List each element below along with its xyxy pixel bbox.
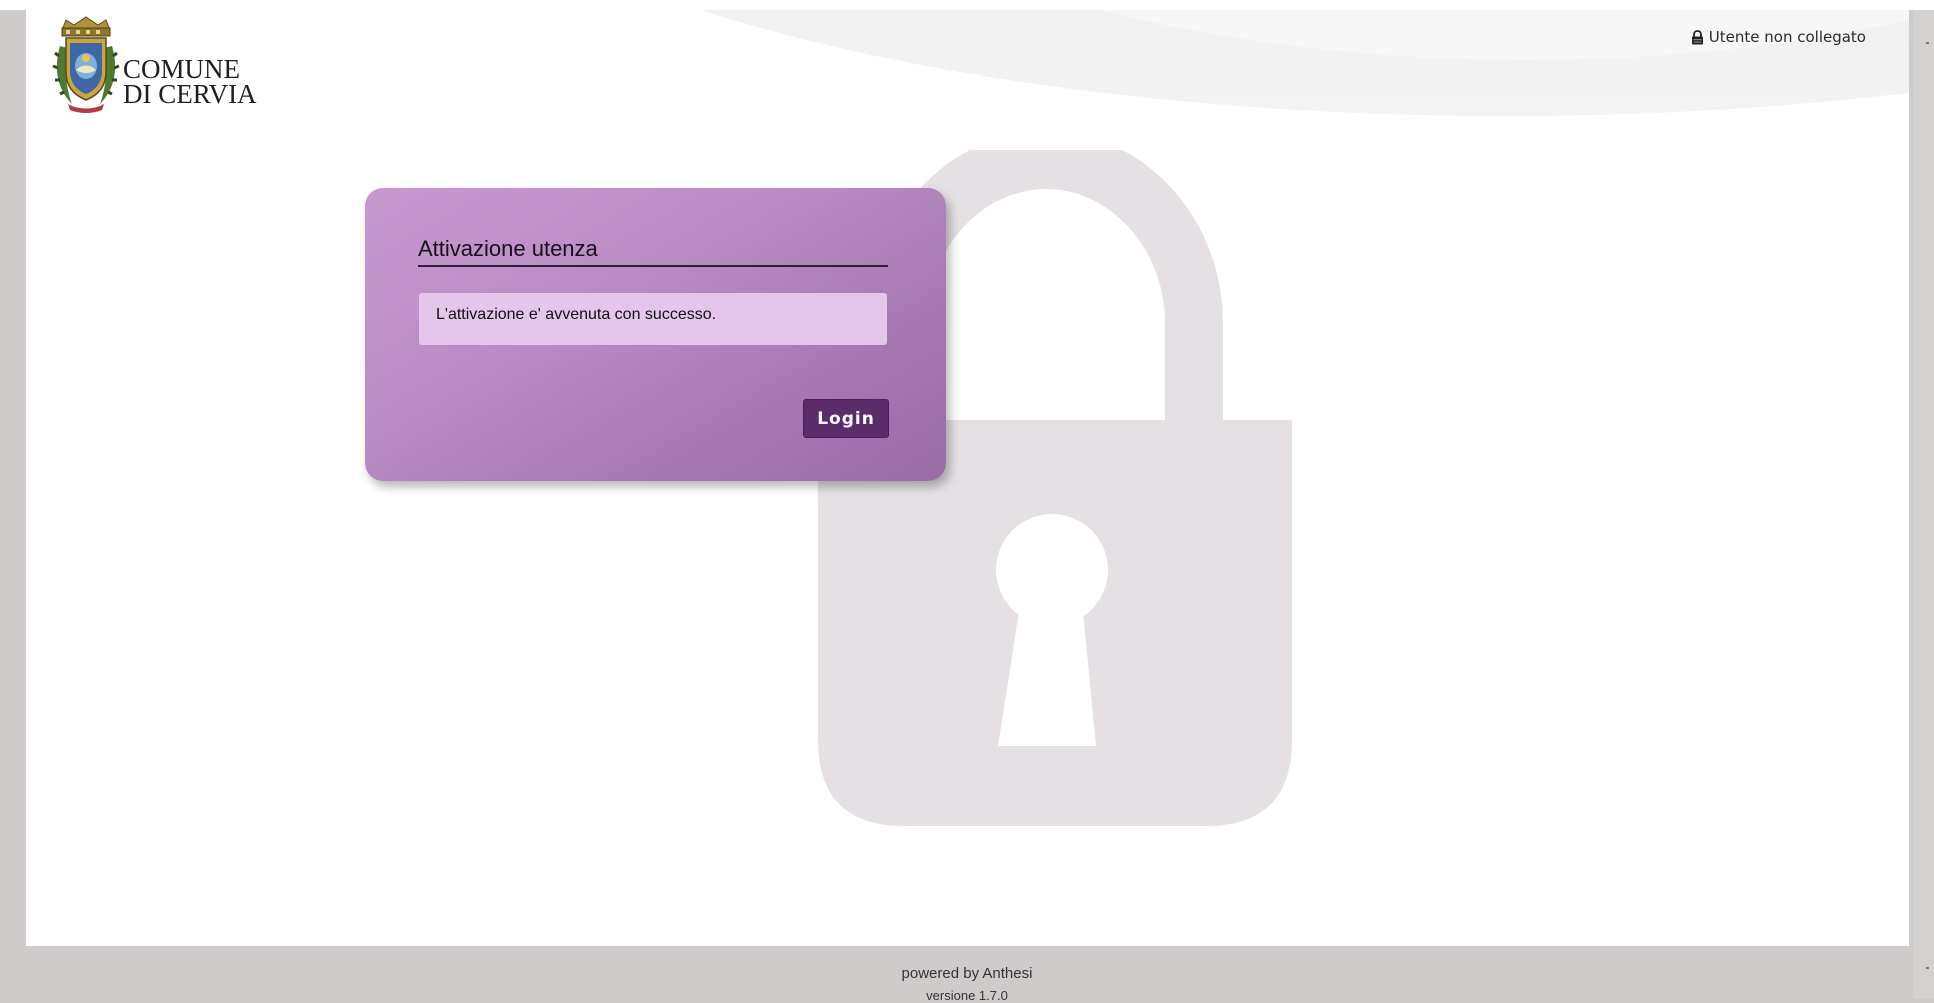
logo-text: COMUNE DI CERVIA: [123, 56, 257, 109]
login-button[interactable]: Login: [803, 399, 889, 438]
right-scroll-rail: [1913, 10, 1934, 999]
comune-logo[interactable]: COMUNE DI CERVIA: [52, 16, 272, 116]
logo-line-cervia: DI CERVIA: [123, 79, 257, 109]
version-text: versione 1.7.0: [926, 988, 1008, 1003]
top-edge: [0, 0, 1934, 10]
cervia-coat-of-arms-icon: [52, 16, 120, 113]
activation-card: Attivazione utenza L'attivazione e' avve…: [365, 188, 946, 481]
main-frame: COMUNE DI CERVIA Utente non collegato At…: [26, 10, 1909, 946]
page-footer: powered by Anthesi versione 1.7.0: [0, 946, 1934, 1003]
rail-mark-top: [1926, 42, 1929, 44]
card-title: Attivazione utenza: [418, 236, 888, 267]
user-lock-icon: [1691, 29, 1703, 44]
user-status[interactable]: Utente non collegato: [1691, 26, 1866, 48]
powered-by-text: powered by Anthesi: [901, 965, 1033, 982]
page-header: COMUNE DI CERVIA Utente non collegato: [26, 10, 1909, 116]
success-message: L'attivazione e' avvenuta con successo.: [419, 293, 887, 345]
user-status-text: Utente non collegato: [1708, 28, 1866, 46]
